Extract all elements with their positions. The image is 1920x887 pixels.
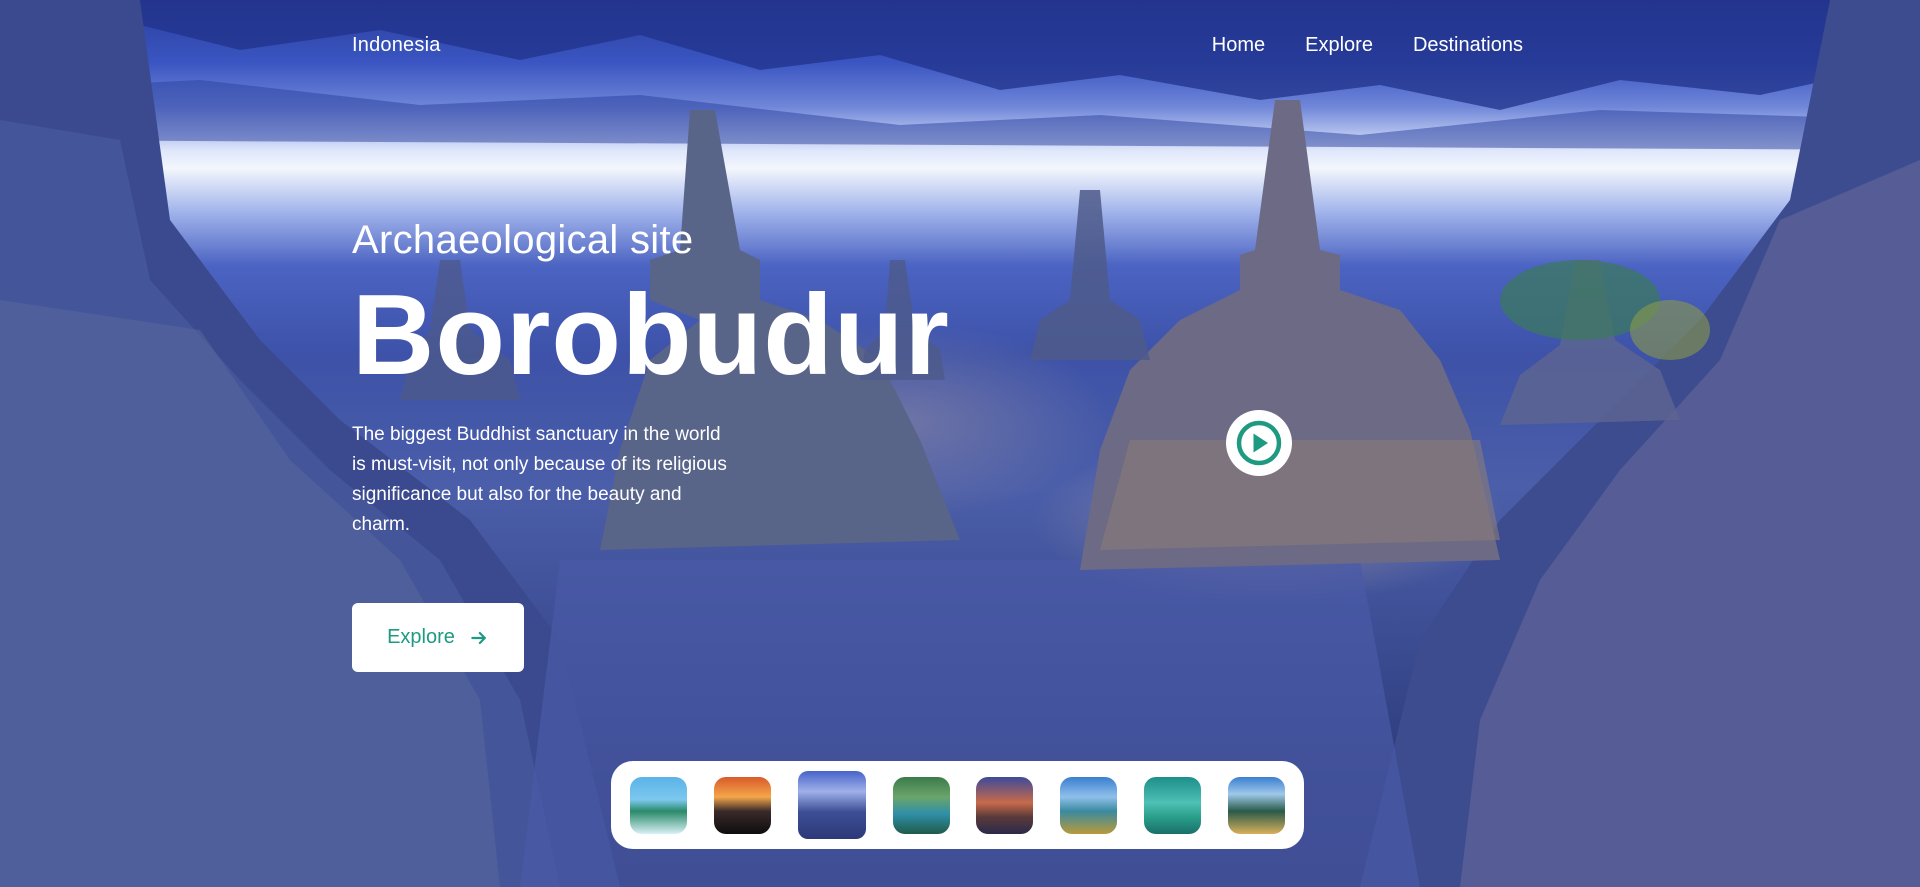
hero-title: Borobudur <box>352 272 950 399</box>
nav-link-destinations[interactable]: Destinations <box>1413 34 1523 57</box>
beach-thumbnail[interactable] <box>630 776 688 834</box>
lake-thumbnail[interactable] <box>892 776 950 834</box>
borobudur-thumbnail[interactable] <box>797 771 866 839</box>
nav-links: Home Explore Destinations <box>1212 34 1523 57</box>
hero-subtitle: Archaeological site <box>352 218 694 262</box>
nav-link-explore[interactable]: Explore <box>1305 34 1373 57</box>
brand-logo[interactable]: Indonesia <box>352 34 441 57</box>
island-thumbnail[interactable] <box>1227 776 1285 834</box>
bay-thumbnail[interactable] <box>1060 776 1118 834</box>
destination-gallery <box>611 761 1304 849</box>
sunset-thumbnail[interactable] <box>714 776 772 834</box>
play-video-button[interactable] <box>1226 410 1292 476</box>
play-icon <box>1236 420 1282 466</box>
temple-scenery <box>0 0 1920 887</box>
mountain-thumbnail[interactable] <box>976 776 1034 834</box>
hero-description: The biggest Buddhist sanctuary in the wo… <box>352 424 727 536</box>
hero-content: Archaeological site Borobudur The bigges… <box>352 218 950 540</box>
nav-link-home[interactable]: Home <box>1212 34 1265 57</box>
arrow-right-icon <box>471 631 486 644</box>
reef-thumbnail[interactable] <box>1143 776 1201 834</box>
explore-button[interactable]: Explore <box>352 603 524 672</box>
top-navigation: Indonesia Home Explore Destinations <box>352 30 1523 60</box>
explore-button-label: Explore <box>387 626 455 648</box>
hero-section: Indonesia Home Explore Destinations Arch… <box>0 0 1920 887</box>
